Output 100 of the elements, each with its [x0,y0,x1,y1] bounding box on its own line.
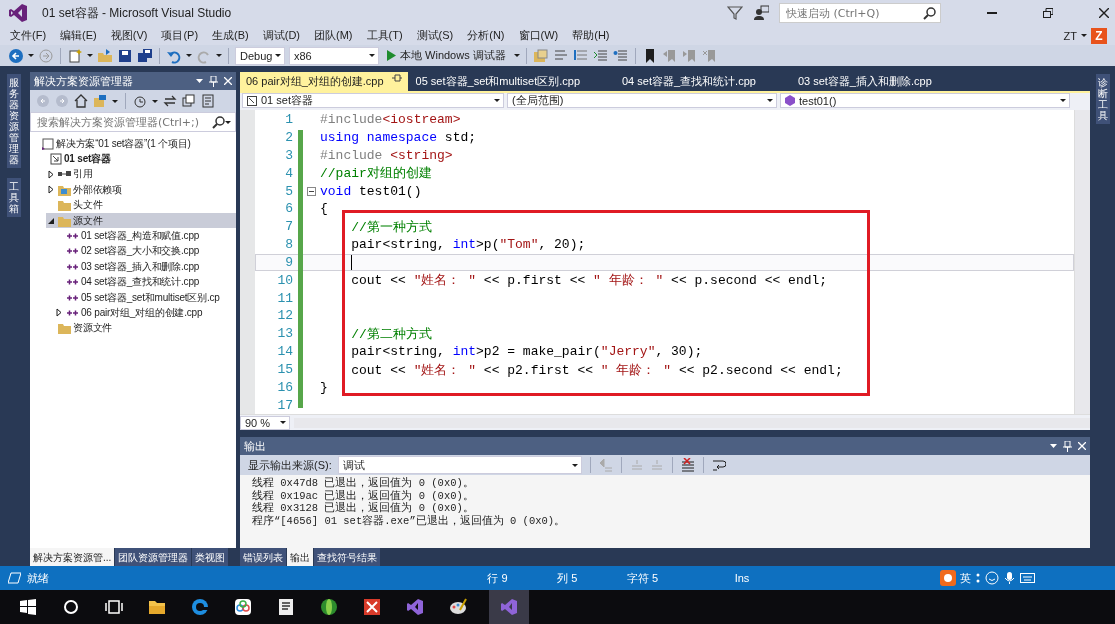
panel-tab[interactable]: 错误列表 [240,548,286,566]
dropdown-icon[interactable] [196,79,203,83]
output-line: 线程 0x47d8 已退出，返回值为 0 (0x0)。 [252,477,475,490]
emoji-icon[interactable] [985,571,999,585]
search-icon[interactable] [62,598,80,616]
account-name[interactable]: ZT [1063,29,1077,42]
horizontal-scrollbar[interactable] [294,417,1090,428]
dropdown-icon[interactable] [1050,444,1057,448]
filter-icon[interactable] [727,5,743,21]
properties-icon[interactable] [201,94,215,108]
menu-item[interactable]: 项目(P) [155,28,207,43]
vertical-scrollbar[interactable] [1074,110,1090,414]
output-source-dropdown[interactable]: 调试 [337,456,582,474]
close-icon[interactable] [1099,8,1109,18]
pin-icon[interactable] [391,74,402,82]
search-icon[interactable] [212,115,225,129]
configuration-dropdown[interactable]: Debug [235,46,285,65]
expand-arrow-icon[interactable] [47,169,55,179]
menu-item[interactable]: 文件(F) [4,28,55,43]
menu-item[interactable]: 分析(N) [461,28,513,43]
feedback-icon[interactable] [753,5,769,21]
keyboard-icon[interactable] [1020,571,1035,585]
menu-item[interactable]: 测试(S) [410,28,462,43]
sync-icon[interactable] [163,94,177,108]
search-icon [923,6,936,20]
panel-tab[interactable]: 输出 [287,548,313,566]
account-avatar[interactable]: Z [1091,27,1107,44]
tool-app-icon[interactable] [363,598,381,616]
notification-icon[interactable] [8,572,21,584]
cloud-app-icon[interactable] [234,598,252,616]
microphone-icon[interactable] [1003,571,1016,585]
quick-launch-field[interactable]: 快速启动 (Ctrl+Q) [779,3,941,23]
document-tab[interactable]: 06 pair对组_对组的创建.cpp [240,72,408,91]
expand-arrow-icon[interactable] [47,185,55,195]
document-tab[interactable]: 05 set容器_set和multiset区别.cpp [409,72,586,91]
tree-item[interactable]: 04 set容器_查找和统计.cpp [54,274,236,290]
expand-arrow-icon[interactable] [55,308,63,318]
home-icon[interactable] [74,94,88,108]
vs-logo-icon[interactable] [406,598,424,616]
sphere-app-icon[interactable] [320,598,338,616]
side-tab[interactable]: 服务器资源管理器 [7,74,21,168]
menu-item[interactable]: 团队(M) [308,28,361,43]
menu-item[interactable]: 调试(D) [256,28,308,43]
input-language[interactable]: 英 [960,570,971,586]
menu-item[interactable]: 工具(T) [360,28,411,43]
menu-item[interactable]: 视图(V) [104,28,156,43]
menu-item[interactable]: 编辑(E) [54,28,105,43]
tree-item[interactable]: 源文件 [46,212,236,229]
tree-item[interactable]: 01 set容器 [38,151,236,167]
tree-item[interactable]: 解决方案“01 set容器”(1 个项目) [30,136,236,152]
tree-item[interactable]: 资源文件 [46,320,236,337]
document-tab[interactable]: 03 set容器_插入和删除.cpp [791,72,938,91]
windows-start-icon[interactable] [19,598,37,616]
save-icon[interactable] [117,47,133,64]
navigation-dropdown[interactable]: (全局范围) [507,93,777,108]
menu-item[interactable]: 帮助(H) [566,28,618,43]
tree-item[interactable]: 02 set容器_大小和交换.cpp [54,243,236,260]
caret-icon [1081,34,1087,37]
platform-dropdown[interactable]: x86 [289,46,379,65]
zoom-dropdown[interactable]: 90 % [240,415,290,430]
collapse-arrow-icon[interactable] [47,216,55,225]
task-view-icon[interactable] [105,598,123,616]
tree-item[interactable]: 外部依赖项 [46,182,236,198]
panel-tab[interactable]: 类视图 [192,548,229,566]
punctuation-icon[interactable] [975,571,981,585]
uncomment-lines-icon[interactable] [612,47,629,64]
menu-item[interactable]: 窗口(W) [512,28,567,43]
panel-tab[interactable]: 团队资源管理器 [115,548,192,566]
new-item-icon[interactable] [67,47,83,64]
save-all-icon[interactable] [137,47,153,64]
folder-icon[interactable] [148,598,166,616]
vs-logo-icon[interactable] [500,598,518,616]
menu-item[interactable]: 生成(B) [206,28,257,43]
side-tab[interactable]: 工具箱 [7,178,21,217]
cpp-file-icon [66,308,79,318]
panel-tab[interactable]: 解决方案资源管... [30,548,115,566]
restore-icon[interactable] [1043,8,1053,18]
document-tab[interactable]: 04 set容器_查找和统计.cpp [616,72,762,91]
tree-item[interactable]: 06 pair对组_对组的创建.cpp [54,305,236,321]
tree-item[interactable]: 03 set容器_插入和删除.cpp [54,259,236,275]
tree-item[interactable]: 引用 [46,166,236,183]
paint-app-icon[interactable] [449,598,467,616]
back-icon[interactable] [8,47,24,64]
tree-item[interactable]: 01 set容器_构造和赋值.cpp [54,228,236,244]
switch-views-icon[interactable] [93,94,107,108]
collapse-all-icon[interactable] [182,94,196,108]
panel-tab[interactable]: 查找符号结果 [314,548,380,566]
collapse-region-icon[interactable] [307,186,316,196]
search-field[interactable]: 搜索解决方案资源管理器(Ctrl+;) [30,112,236,132]
side-tab[interactable]: 诊断工具 [1095,74,1110,124]
navigation-dropdown[interactable]: test01() [780,93,1070,108]
browser-icon[interactable] [191,598,209,616]
tree-item[interactable]: 05 set容器_set和multiset区别.cp [54,289,236,306]
input-method-icon[interactable] [940,570,956,586]
navigation-dropdown[interactable]: 01 set容器 [242,93,504,108]
word-wrap-icon[interactable] [711,458,726,472]
clear-all-icon[interactable] [680,458,695,472]
history-icon[interactable] [133,94,147,108]
tree-item[interactable]: 头文件 [46,197,236,213]
document-app-icon[interactable] [277,598,295,616]
